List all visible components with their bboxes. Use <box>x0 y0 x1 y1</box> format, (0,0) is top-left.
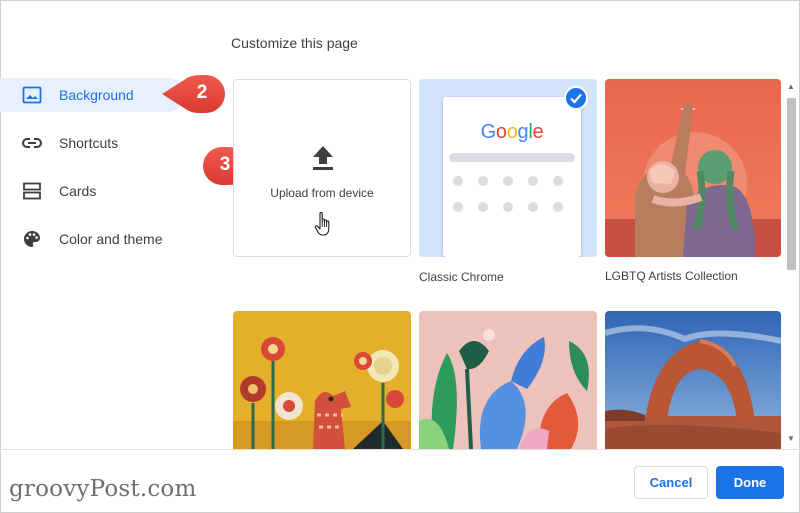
shortcut-dot <box>453 202 463 212</box>
scroll-down-icon[interactable]: ▼ <box>787 434 795 443</box>
pink-plants-image <box>419 311 597 449</box>
shortcut-dot <box>503 176 513 186</box>
link-icon <box>22 138 42 148</box>
sidebar-item-shortcuts[interactable]: Shortcuts <box>0 126 185 160</box>
upload-from-device-tile[interactable]: Upload from device <box>233 79 411 257</box>
classic-chrome-tile[interactable]: Google <box>419 79 597 257</box>
google-logo: Google <box>480 121 544 143</box>
sidebar-item-label: Shortcuts <box>59 135 119 151</box>
upload-label: Upload from device <box>270 186 374 200</box>
sidebar-item-color-and-theme[interactable]: Color and theme <box>0 222 185 256</box>
chrome-preview-card: Google <box>443 97 581 257</box>
rock-arch-image <box>605 311 781 449</box>
shortcut-dot <box>478 176 488 186</box>
callout-number: 2 <box>196 82 208 103</box>
watermark: groovyPost.com <box>9 476 197 502</box>
sidebar-item-background[interactable]: Background <box>0 78 185 112</box>
callout-step-2: 2 <box>160 74 226 114</box>
shortcut-dot <box>453 176 463 186</box>
sidebar-item-label: Cards <box>59 183 97 199</box>
shortcut-dot <box>553 176 563 186</box>
lgbtq-artists-tile[interactable] <box>605 79 781 257</box>
shortcut-dot <box>503 202 513 212</box>
selected-check-icon <box>564 86 588 110</box>
shortcut-dot <box>528 202 538 212</box>
vertical-scrollbar[interactable]: ▲ ▼ <box>784 78 798 448</box>
yellow-flowers-tile[interactable] <box>233 311 411 449</box>
yellow-flowers-image <box>233 311 411 449</box>
lgbtq-caption: LGBTQ Artists Collection <box>605 269 738 283</box>
shortcut-dot <box>528 176 538 186</box>
sidebar-item-label: Background <box>59 87 134 103</box>
shortcut-dot <box>553 202 563 212</box>
rock-arch-tile[interactable] <box>605 311 781 449</box>
sidebar-item-cards[interactable]: Cards <box>0 174 185 208</box>
pink-plants-tile[interactable] <box>419 311 597 449</box>
footer-divider <box>0 449 800 450</box>
scroll-up-icon[interactable]: ▲ <box>787 82 795 91</box>
cards-icon <box>23 182 41 200</box>
shortcut-dot <box>478 202 488 212</box>
image-icon <box>22 86 42 104</box>
done-button[interactable]: Done <box>716 466 784 499</box>
lgbtq-artwork-image <box>605 79 781 257</box>
palette-icon <box>24 231 41 247</box>
upload-icon <box>313 146 333 170</box>
hand-cursor-icon <box>314 212 330 236</box>
classic-chrome-caption: Classic Chrome <box>419 270 504 284</box>
search-bar-placeholder <box>449 153 575 162</box>
scrollbar-thumb[interactable] <box>787 98 796 270</box>
page-title: Customize this page <box>231 35 358 51</box>
cancel-button[interactable]: Cancel <box>634 466 708 499</box>
sidebar-item-label: Color and theme <box>59 231 163 247</box>
